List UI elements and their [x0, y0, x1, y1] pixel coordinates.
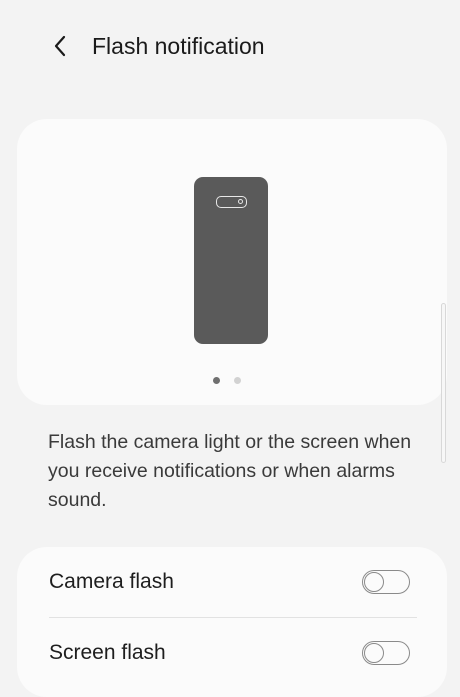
screen-flash-toggle[interactable]	[362, 641, 410, 665]
page-title: Flash notification	[92, 33, 265, 59]
camera-flash-label: Camera flash	[49, 570, 174, 593]
back-button[interactable]	[44, 30, 76, 62]
illustration-card[interactable]	[17, 119, 447, 405]
screen-flash-label: Screen flash	[49, 641, 166, 664]
chevron-left-icon	[54, 35, 66, 57]
phone-camera-icon	[194, 177, 268, 344]
toggle-knob	[364, 642, 384, 663]
scrollbar[interactable]	[441, 303, 446, 463]
page-indicator-dot-active[interactable]	[213, 377, 220, 384]
camera-lens-icon	[238, 199, 243, 204]
page-indicator-dot[interactable]	[234, 377, 241, 384]
toggle-knob	[364, 571, 384, 592]
camera-flash-toggle[interactable]	[362, 570, 410, 594]
camera-flash-icon	[216, 196, 247, 208]
screen-flash-row[interactable]: Screen flash	[17, 618, 447, 688]
camera-flash-row[interactable]: Camera flash	[17, 547, 447, 617]
settings-card: Camera flash Screen flash	[17, 547, 447, 697]
page-indicator	[213, 377, 241, 384]
app-bar: Flash notification	[0, 0, 460, 90]
description-text: Flash the camera light or the screen whe…	[48, 431, 412, 511]
